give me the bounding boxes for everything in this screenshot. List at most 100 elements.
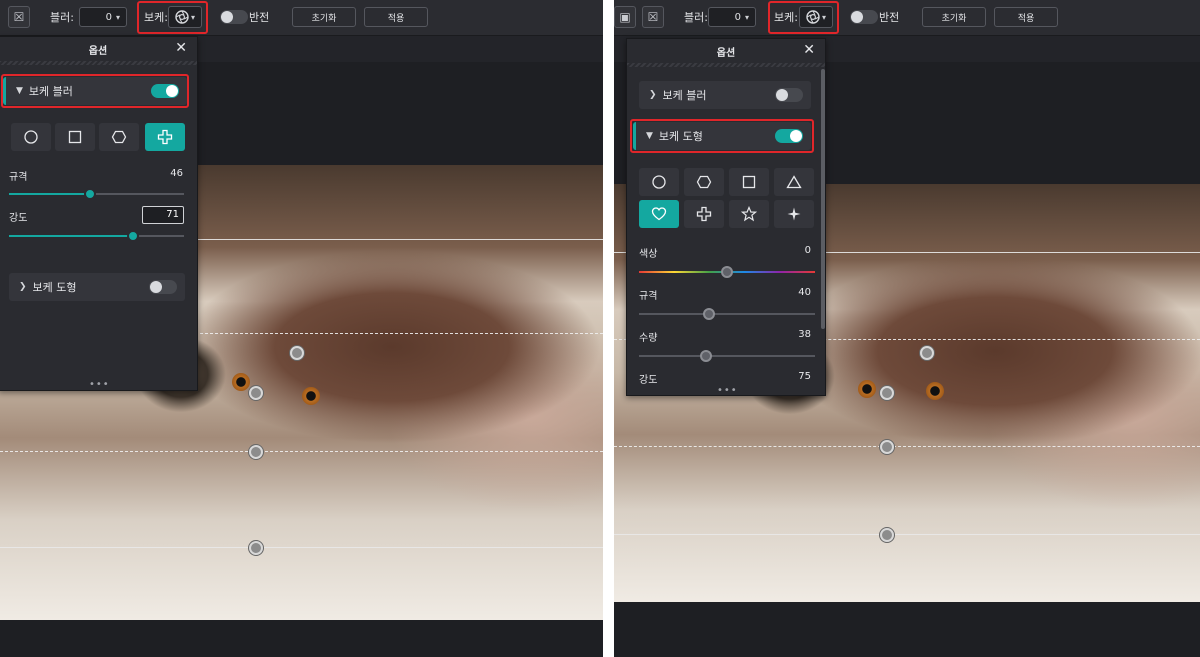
cat-eye-left	[858, 380, 876, 398]
scale-slider-thumb[interactable]	[84, 188, 96, 200]
top-toolbar: ☒ 블러: 0 ▾ 보케: ▾ 반전 초기화 적용	[0, 0, 603, 36]
scale-slider[interactable]	[9, 188, 184, 200]
chevron-right-icon: ❯	[649, 90, 657, 100]
blur-label: 블러:	[684, 11, 708, 24]
panel-title: 옵션	[88, 45, 108, 57]
panel-hatch	[627, 63, 825, 67]
section-bokeh-blur[interactable]: ❯ 보케 블러	[639, 81, 811, 109]
focus-guide-dash-bottom[interactable]	[614, 446, 1200, 447]
intensity-slider-thumb[interactable]	[127, 230, 139, 242]
shape-cross-button[interactable]	[684, 200, 724, 228]
focus-guide-bottom[interactable]	[0, 547, 603, 548]
outer-handle[interactable]	[880, 528, 894, 542]
shape-triangle-button[interactable]	[774, 168, 814, 196]
inner-handle[interactable]	[249, 445, 263, 459]
reset-button[interactable]: 초기화	[922, 7, 986, 27]
cross-icon	[157, 129, 173, 145]
shape-star-button[interactable]	[729, 200, 769, 228]
blur-value-dropdown[interactable]: 0 ▾	[79, 7, 127, 27]
focus-guide-dash-bottom[interactable]	[0, 451, 603, 452]
section-bokeh-shape-label: 보케 도형	[32, 281, 77, 294]
shape-circle-button[interactable]	[11, 123, 51, 151]
close-square-icon: ☒	[647, 10, 659, 24]
section-bokeh-blur-label: 보케 블러	[662, 89, 707, 102]
close-icon[interactable]: ✕	[175, 40, 187, 56]
left-screenshot: ☒ 블러: 0 ▾ 보케: ▾ 반전 초기화 적용 옵션 ✕ ▼ 보케 블러 규…	[0, 0, 603, 657]
bokeh-highlight-box	[137, 1, 208, 34]
scale-value: 46	[170, 168, 183, 179]
circle-icon	[652, 175, 666, 189]
invert-label: 반전	[879, 11, 900, 24]
hexagon-icon	[111, 130, 127, 144]
square-icon	[68, 130, 82, 144]
intensity-label: 강도	[639, 375, 658, 386]
intensity-slider[interactable]	[9, 230, 184, 242]
shape-square-button[interactable]	[729, 168, 769, 196]
focus-guide-bottom[interactable]	[614, 534, 1200, 535]
blur-value: 0	[734, 11, 741, 23]
options-panel: 옵션 ✕ ▼ 보케 블러 규격 46 강도 71 ❯ 보케 도형 •••	[0, 36, 198, 391]
bokeh-blur-toggle[interactable]	[775, 88, 803, 102]
more-handle[interactable]: •••	[717, 385, 738, 396]
shape-cross-button[interactable]	[145, 123, 185, 151]
fit-button[interactable]: ☒	[642, 6, 664, 28]
shape-circle-button[interactable]	[639, 168, 679, 196]
section-bokeh-shape[interactable]: ❯ 보케 도형	[9, 273, 185, 301]
scale-slider[interactable]	[639, 308, 815, 320]
hue-value: 0	[804, 245, 811, 256]
shape-heart-button[interactable]	[639, 200, 679, 228]
close-icon[interactable]: ✕	[803, 42, 815, 58]
center-handle[interactable]	[880, 386, 894, 400]
rotate-handle[interactable]	[920, 346, 934, 360]
amount-slider-thumb[interactable]	[700, 350, 712, 362]
amount-label: 수량	[639, 333, 658, 344]
invert-toggle[interactable]	[220, 10, 248, 24]
bokeh-shape-toggle[interactable]	[149, 280, 177, 294]
inner-handle[interactable]	[880, 440, 894, 454]
hue-label: 색상	[639, 249, 658, 260]
outer-handle[interactable]	[249, 541, 263, 555]
shape-hexagon-button[interactable]	[684, 168, 724, 196]
rotate-handle[interactable]	[290, 346, 304, 360]
intensity-value: 75	[798, 371, 811, 382]
scale-slider-thumb[interactable]	[703, 308, 715, 320]
center-handle[interactable]	[249, 386, 263, 400]
sparkle-icon	[787, 207, 801, 221]
shape-sparkle-button[interactable]	[774, 200, 814, 228]
heart-icon	[651, 207, 667, 221]
panel-scrollbar[interactable]	[821, 69, 825, 329]
chevron-down-icon: ▾	[115, 12, 120, 22]
more-handle[interactable]: •••	[89, 379, 110, 390]
hexagon-icon	[696, 175, 712, 189]
intensity-input[interactable]: 71	[142, 206, 184, 224]
amount-value: 38	[798, 329, 811, 340]
split-view-icon: ▣	[619, 10, 631, 24]
shape-hexagon-button[interactable]	[99, 123, 139, 151]
amount-slider[interactable]	[639, 350, 815, 362]
shape-square-button[interactable]	[55, 123, 95, 151]
hue-slider[interactable]	[639, 266, 815, 278]
hue-slider-thumb[interactable]	[721, 266, 733, 278]
bokeh-shape-highlight-box	[630, 119, 814, 153]
scale-label: 규격	[9, 172, 28, 183]
cat-eye-right	[926, 382, 944, 400]
chevron-down-icon: ▾	[744, 12, 749, 22]
close-square-icon: ☒	[13, 10, 25, 24]
scale-label: 규격	[639, 291, 658, 302]
circle-icon	[24, 130, 38, 144]
panel-title: 옵션	[716, 47, 736, 59]
apply-button[interactable]: 적용	[364, 7, 428, 27]
chevron-right-icon: ❯	[19, 282, 27, 292]
fit-button[interactable]: ☒	[8, 6, 30, 28]
square-icon	[742, 175, 756, 189]
cross-icon	[696, 206, 712, 222]
reset-button[interactable]: 초기화	[292, 7, 356, 27]
split-view-button[interactable]: ▣	[614, 6, 636, 28]
intensity-label: 강도	[9, 213, 28, 224]
blur-value-dropdown[interactable]: 0 ▾	[708, 7, 756, 27]
invert-toggle[interactable]	[850, 10, 878, 24]
apply-button[interactable]: 적용	[994, 7, 1058, 27]
bokeh-highlight-box	[768, 1, 839, 34]
triangle-icon	[786, 175, 802, 189]
right-screenshot: ▣ ☒ 블러: 0 ▾ 보케: ▾ 반전 초기화 적용 옵션 ✕ ❯ 보케 블러…	[614, 0, 1200, 657]
